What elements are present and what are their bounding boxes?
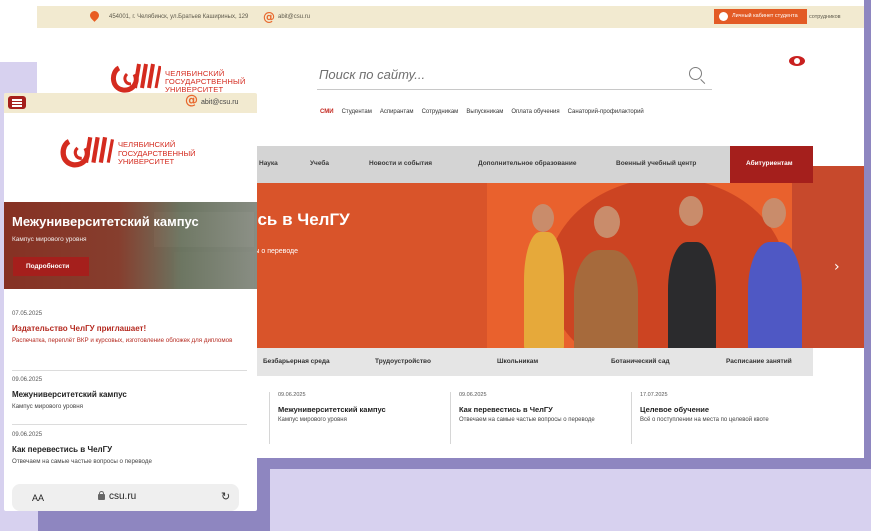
hero-banner[interactable]: ись в ЧелГУ осы о переводе › [247, 166, 864, 348]
list-item[interactable]: 09.06.2025 Как перевестись в ЧелГУ Отвеч… [12, 432, 248, 466]
news-desc: Отвечаем на самые частые вопросы о перев… [459, 417, 595, 423]
mobile-email-link[interactable]: abit@csu.ru [201, 99, 238, 106]
chevron-right-icon[interactable]: › [834, 259, 840, 275]
lock-icon [98, 491, 105, 500]
mobile-hero-subtitle: Кампус мирового уровня [12, 236, 87, 243]
news-title: Издательство ЧелГУ приглашает! [12, 324, 147, 333]
url-field[interactable]: csu.ru [109, 491, 136, 502]
topnav-item-postgrads[interactable]: Аспирантам [380, 109, 414, 115]
students-photo [524, 196, 814, 348]
news-card[interactable]: 09.06.2025 Как перевестись в ЧелГУ Отвеч… [459, 392, 637, 423]
user-icon [719, 12, 728, 21]
csu-logo-emblem[interactable] [57, 133, 115, 169]
details-button-label: Подробности [26, 263, 70, 270]
logo-line-3: УНИВЕРСИТЕТ [118, 157, 175, 166]
topnav-item-sanatorium[interactable]: Санаторий-профилакторий [568, 109, 644, 115]
address-text: 454001, г. Челябинск, ул.Братьев Каширин… [109, 14, 249, 20]
news-date: 07.05.2025 [12, 311, 43, 317]
mobile-topbar: @ abit@csu.ru [4, 93, 257, 113]
desktop-logo-wordmark[interactable]: ЧЕЛЯБИНСКИЙ ГОСУДАРСТВЕННЫЙ УНИВЕРСИТЕТ [165, 70, 246, 94]
topnav-item-smi[interactable]: СМИ [320, 109, 334, 115]
reload-icon[interactable]: ↻ [221, 490, 230, 503]
news-card[interactable]: 17.07.2025 Целевое обучение Всё о поступ… [640, 392, 818, 423]
nav-item-news-events[interactable]: Новости и события [369, 160, 432, 167]
menu-icon[interactable] [8, 96, 26, 109]
news-date: 09.06.2025 [12, 377, 43, 383]
map-pin-icon [88, 9, 101, 22]
text-size-button[interactable]: AA [32, 493, 44, 503]
subnav-item-schoolchildren[interactable]: Школьникам [497, 358, 538, 365]
news-divider [269, 392, 270, 444]
nav-item-applicants[interactable]: Абитуриентам [730, 146, 813, 183]
mobile-logo-wordmark[interactable]: ЧЕЛЯБИНСКИЙ ГОСУДАРСТВЕННЫЙ УНИВЕРСИТЕТ [118, 140, 196, 167]
eye-icon[interactable] [789, 56, 805, 66]
list-item[interactable]: 07.05.2025 Издательство ЧелГУ приглашает… [12, 311, 248, 345]
secondary-navigation: Безбарьерная среда Трудоустройство Школь… [247, 348, 813, 376]
news-desc: Распечатка, переплёт ВКР и курсовых, изг… [12, 337, 233, 344]
topnav-item-students[interactable]: Студентам [342, 109, 372, 115]
news-card[interactable]: 09.06.2025 Межуниверситетский кампус Кам… [278, 392, 456, 423]
nav-item-additional-education[interactable]: Дополнительное образование [478, 160, 576, 167]
nav-item-military-center[interactable]: Военный учебный центр [616, 160, 696, 167]
main-navigation: Наука Учеба Новости и события Дополнител… [247, 146, 813, 183]
news-title: Целевое обучение [640, 405, 710, 414]
subnav-item-schedule[interactable]: Расписание занятий [726, 358, 792, 365]
topbar-email-link[interactable]: abit@csu.ru [278, 14, 310, 20]
news-title: Как перевестись в ЧелГУ [12, 445, 113, 454]
news-date: 09.06.2025 [12, 432, 43, 438]
details-button[interactable]: Подробности [13, 257, 89, 276]
news-divider [450, 392, 451, 444]
list-item[interactable]: 09.06.2025 Межуниверситетский кампус Кам… [12, 377, 248, 411]
mobile-hero-title: Межуниверситетский кампус [12, 214, 199, 229]
news-desc: Кампус мирового уровня [278, 417, 347, 423]
desktop-topbar: 454001, г. Челябинск, ул.Братьев Каширин… [37, 6, 864, 28]
search-icon[interactable] [689, 67, 702, 80]
background-lavender-bottom [270, 469, 871, 531]
student-cabinet-button[interactable]: Личный кабинет студента [714, 9, 807, 24]
search-input[interactable]: Поиск по сайту... [319, 67, 425, 82]
topnav-item-staff[interactable]: Сотрудникам [422, 109, 459, 115]
subnav-item-botanical-garden[interactable]: Ботанический сад [611, 358, 670, 365]
news-divider [631, 392, 632, 444]
student-cabinet-label: Личный кабинет студента [732, 13, 798, 19]
news-date: 09.06.2025 [278, 392, 306, 398]
news-desc: Всё о поступлении на места по целевой кв… [640, 417, 769, 423]
nav-item-applicants-label: Абитуриентам [746, 160, 793, 167]
news-title: Межуниверситетский кампус [12, 390, 127, 399]
csu-logo-emblem[interactable] [109, 60, 161, 94]
nav-item-study[interactable]: Учеба [310, 160, 329, 167]
topnav-item-alumni[interactable]: Выпускникам [466, 109, 503, 115]
news-desc: Отвечаем на самые частые вопросы о перев… [12, 458, 152, 465]
hero-shade [247, 166, 487, 348]
browser-address-bar[interactable]: AA csu.ru ↻ [12, 484, 239, 511]
news-divider [12, 370, 247, 371]
background-white-corner [0, 0, 37, 62]
news-title: Межуниверситетский кампус [278, 405, 386, 414]
top-navigation: СМИ Студентам Аспирантам Сотрудникам Вып… [320, 109, 644, 115]
news-date: 17.07.2025 [640, 392, 668, 398]
topnav-item-payment[interactable]: Оплата обучения [511, 109, 559, 115]
news-divider [12, 424, 247, 425]
news-date: 09.06.2025 [459, 392, 487, 398]
hero-title: ись в ЧелГУ [247, 210, 350, 229]
staff-cabinet-link[interactable]: сотрудников [809, 14, 841, 20]
at-icon: @ [185, 93, 198, 108]
subnav-item-employment[interactable]: Трудоустройство [375, 358, 431, 365]
news-desc: Кампус мирового уровня [12, 403, 83, 410]
search-underline [317, 89, 712, 90]
at-icon: @ [263, 10, 275, 24]
subnav-item-accessibility[interactable]: Безбарьерная среда [263, 358, 330, 365]
news-title: Как перевестись в ЧелГУ [459, 405, 553, 414]
mobile-site: @ abit@csu.ru ЧЕЛЯБИНСКИЙ ГОСУДАРСТВЕННЫ… [4, 93, 257, 511]
mobile-hero-banner[interactable]: Межуниверситетский кампус Кампус мировог… [4, 202, 257, 289]
nav-item-science[interactable]: Наука [259, 160, 278, 167]
